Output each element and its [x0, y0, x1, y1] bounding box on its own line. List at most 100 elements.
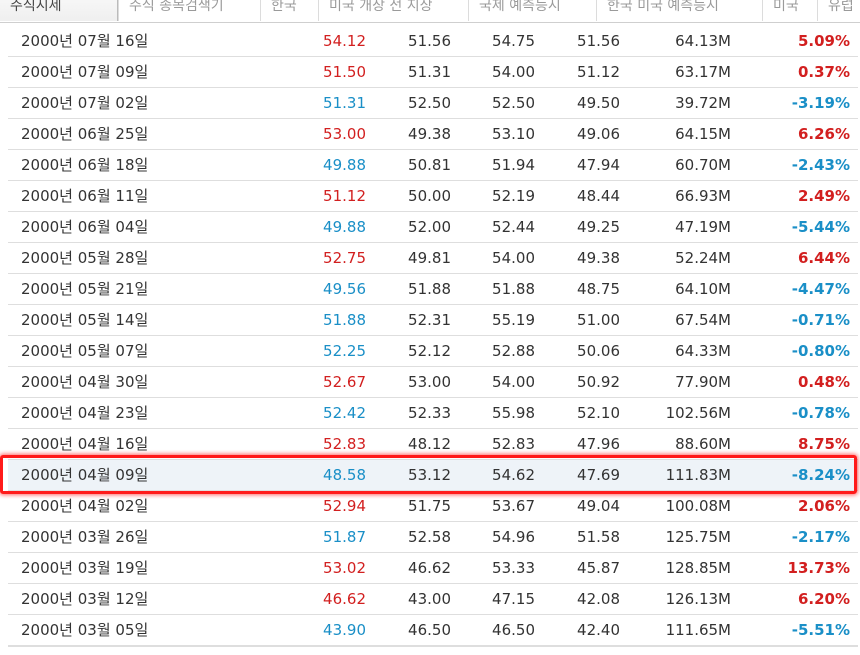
change-percent-cell: -0.71%	[791, 311, 850, 329]
open-cell: 52.31	[408, 311, 451, 329]
open-cell: 52.33	[408, 404, 451, 422]
change-percent-cell: 0.37%	[797, 63, 850, 81]
table-row[interactable]: 2000년 04월 02일 52.94 51.75 53.67 49.04 100.08M…	[8, 491, 858, 522]
change-percent-cell: -4.47%	[791, 280, 850, 298]
tab-bar: 주식시세 주식 종목검색기 한국 미국 개장 전 지상 국제 예측등시 한국 미…	[0, 0, 860, 23]
table-row[interactable]: 2000년 05월 21일 49.56 51.88 51.88 48.75 64.10M -…	[8, 274, 858, 305]
low-cell: 51.56	[577, 32, 620, 50]
tab-europe[interactable]: 유럽	[817, 0, 860, 21]
tab-us[interactable]: 미국	[762, 0, 817, 21]
open-cell: 49.38	[408, 125, 451, 143]
date-cell: 2000년 03월 19일	[21, 559, 149, 577]
volume-cell: 60.70M	[675, 156, 731, 174]
open-cell: 52.50	[408, 94, 451, 112]
table-row[interactable]: 2000년 06월 18일 49.88 50.81 51.94 47.94 60.70M -…	[8, 150, 858, 181]
volume-cell: 64.10M	[675, 280, 731, 298]
volume-cell: 102.56M	[665, 404, 731, 422]
table-row[interactable]: 2000년 07월 16일 54.12 51.56 54.75 51.56 64.13M 5…	[8, 26, 858, 57]
date-cell: 2000년 05월 07일	[21, 342, 149, 360]
high-cell: 54.00	[492, 63, 535, 81]
low-cell: 49.04	[577, 497, 620, 515]
low-cell: 49.06	[577, 125, 620, 143]
low-cell: 42.40	[577, 621, 620, 639]
high-cell: 46.50	[492, 621, 535, 639]
volume-cell: 100.08M	[665, 497, 731, 515]
date-cell: 2000년 06월 25일	[21, 125, 149, 143]
date-cell: 2000년 06월 11일	[21, 187, 149, 205]
change-percent-cell: -2.17%	[791, 528, 850, 546]
open-cell: 53.00	[408, 373, 451, 391]
table-row[interactable]: 2000년 05월 07일 52.25 52.12 52.88 50.06 64.33M -…	[8, 336, 858, 367]
open-cell: 51.88	[408, 280, 451, 298]
open-cell: 46.62	[408, 559, 451, 577]
high-cell: 52.19	[492, 187, 535, 205]
low-cell: 49.25	[577, 218, 620, 236]
tab-us-premarket[interactable]: 미국 개장 전 지상	[318, 0, 468, 21]
change-percent-cell: -5.51%	[791, 621, 850, 639]
close-cell: 51.12	[323, 187, 366, 205]
tab-korea[interactable]: 한국	[260, 0, 318, 21]
low-cell: 50.06	[577, 342, 620, 360]
date-cell: 2000년 07월 09일	[21, 63, 149, 81]
open-cell: 51.75	[408, 497, 451, 515]
table-row[interactable]: 2000년 07월 02일 51.31 52.50 52.50 49.50 39.72M -…	[8, 88, 858, 119]
volume-cell: 66.93M	[675, 187, 731, 205]
high-cell: 52.44	[492, 218, 535, 236]
open-cell: 46.50	[408, 621, 451, 639]
change-percent-cell: -0.78%	[791, 404, 850, 422]
low-cell: 51.00	[577, 311, 620, 329]
high-cell: 53.10	[492, 125, 535, 143]
table-row[interactable]: 2000년 04월 23일 52.42 52.33 55.98 52.10 102.56M…	[8, 398, 858, 429]
change-percent-cell: -2.43%	[791, 156, 850, 174]
change-percent-cell: 2.49%	[797, 187, 850, 205]
table-row[interactable]: 2000년 03월 12일 46.62 43.00 47.15 42.08 126.13M…	[8, 584, 858, 615]
open-cell: 43.00	[408, 590, 451, 608]
volume-cell: 125.75M	[665, 528, 731, 546]
low-cell: 47.94	[577, 156, 620, 174]
close-cell: 52.67	[323, 373, 366, 391]
high-cell: 54.96	[492, 528, 535, 546]
date-cell: 2000년 06월 18일	[21, 156, 149, 174]
volume-cell: 128.85M	[665, 559, 731, 577]
change-percent-cell: 6.26%	[797, 125, 850, 143]
low-cell: 49.38	[577, 249, 620, 267]
close-cell: 51.50	[323, 63, 366, 81]
low-cell: 48.44	[577, 187, 620, 205]
date-cell: 2000년 04월 02일	[21, 497, 149, 515]
table-row[interactable]: 2000년 06월 11일 51.12 50.00 52.19 48.44 66.93M 2…	[8, 181, 858, 212]
table-row[interactable]: 2000년 05월 28일 52.75 49.81 54.00 49.38 52.24M 6…	[8, 243, 858, 274]
tab-stock-quotes[interactable]: 주식시세	[0, 0, 118, 21]
table-row[interactable]: 2000년 03월 19일 53.02 46.62 53.33 45.87 128.85M…	[8, 553, 858, 584]
low-cell: 48.75	[577, 280, 620, 298]
date-cell: 2000년 04월 30일	[21, 373, 149, 391]
date-cell: 2000년 07월 02일	[21, 94, 149, 112]
open-cell: 49.81	[408, 249, 451, 267]
table-row[interactable]: 2000년 07월 09일 51.50 51.31 54.00 51.12 63.17M 0…	[8, 57, 858, 88]
tab-korea-us-forecast[interactable]: 한국 미국 예측등시	[596, 0, 762, 21]
table-row[interactable]: 2000년 03월 05일 43.90 46.50 46.50 42.40 111.65M…	[8, 615, 858, 646]
table-row[interactable]: 2000년 03월 26일 51.87 52.58 54.96 51.58 125.75M…	[8, 522, 858, 553]
tab-stock-screener[interactable]: 주식 종목검색기	[118, 0, 260, 21]
date-cell: 2000년 03월 26일	[21, 528, 149, 546]
close-cell: 49.88	[323, 218, 366, 236]
high-cell: 47.15	[492, 590, 535, 608]
table-row[interactable]: 2000년 06월 04일 49.88 52.00 52.44 49.25 47.19M -…	[8, 212, 858, 243]
high-cell: 53.67	[492, 497, 535, 515]
low-cell: 50.92	[577, 373, 620, 391]
table-row[interactable]: 2000년 06월 25일 53.00 49.38 53.10 49.06 64.15M 6…	[8, 119, 858, 150]
tab-intl-forecast[interactable]: 국제 예측등시	[468, 0, 596, 21]
close-cell: 43.90	[323, 621, 366, 639]
date-cell: 2000년 03월 05일	[21, 621, 149, 639]
volume-cell: 111.65M	[665, 621, 731, 639]
date-cell: 2000년 06월 04일	[21, 218, 149, 236]
table-row[interactable]: 2000년 04월 30일 52.67 53.00 54.00 50.92 77.90M 0…	[8, 367, 858, 398]
table-row[interactable]: 2000년 05월 14일 51.88 52.31 55.19 51.00 67.54M -…	[8, 305, 858, 336]
open-cell: 50.00	[408, 187, 451, 205]
close-cell: 52.75	[323, 249, 366, 267]
volume-cell: 67.54M	[675, 311, 731, 329]
open-cell: 52.58	[408, 528, 451, 546]
volume-cell: 47.19M	[675, 218, 731, 236]
high-cell: 54.00	[492, 373, 535, 391]
date-cell: 2000년 05월 14일	[21, 311, 149, 329]
close-cell: 51.87	[323, 528, 366, 546]
